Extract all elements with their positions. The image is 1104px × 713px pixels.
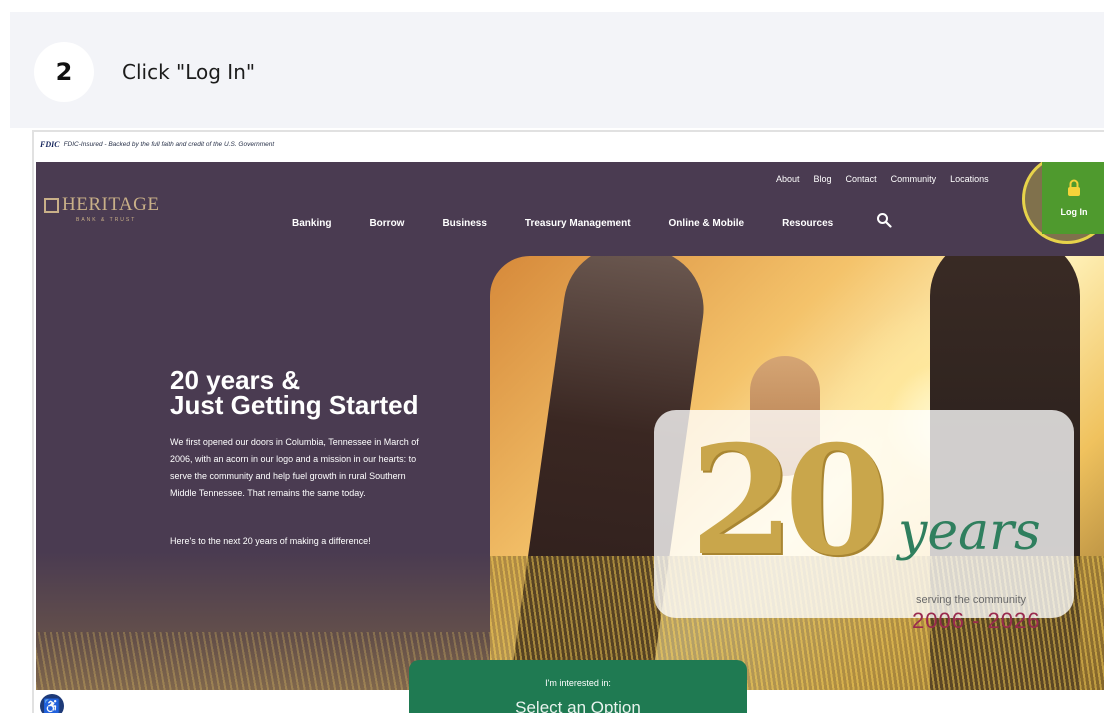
logo-name: HERITAGE <box>62 194 160 215</box>
fdic-logo: FDIC <box>40 140 60 149</box>
logo-mark-icon <box>44 197 59 213</box>
interest-select[interactable]: Select an Option <box>409 698 747 713</box>
badge-word: years <box>898 502 1041 562</box>
step-instruction: Click "Log In" <box>122 60 256 84</box>
hero-cta: Here's to the next 20 years of making a … <box>170 536 371 546</box>
fdic-text: FDIC-Insured - Backed by the full faith … <box>63 141 275 148</box>
accessibility-icon[interactable]: ♿ <box>40 694 64 713</box>
heritage-logo[interactable]: HERITAGE BANK & TRUST <box>44 194 159 223</box>
nav-treasury-management[interactable]: Treasury Management <box>525 218 631 229</box>
badge-serving: serving the community <box>916 594 1027 606</box>
util-nav-about[interactable]: About <box>776 174 800 184</box>
badge-year-range: 2006 - 2026 <box>912 608 1041 633</box>
nav-banking[interactable]: Banking <box>292 218 331 229</box>
nav-resources[interactable]: Resources <box>782 218 833 229</box>
login-label: Log In <box>1060 207 1088 217</box>
hero-title: 20 years & Just Getting Started <box>170 367 419 420</box>
util-nav-blog[interactable]: Blog <box>814 174 832 184</box>
login-button[interactable]: Log In <box>1042 162 1104 234</box>
site-header-hero: HERITAGE BANK & TRUST About Blog Contact… <box>36 162 1104 690</box>
hero-title-line2: Just Getting Started <box>170 390 419 420</box>
nav-online-mobile[interactable]: Online & Mobile <box>669 218 745 229</box>
step-number-badge: 2 <box>34 42 94 102</box>
util-nav-contact[interactable]: Contact <box>846 174 877 184</box>
lock-icon <box>1068 179 1080 196</box>
util-nav-locations[interactable]: Locations <box>950 174 989 184</box>
interest-label: I'm interested in: <box>545 678 611 688</box>
nav-business[interactable]: Business <box>442 218 486 229</box>
nav-borrow[interactable]: Borrow <box>369 218 404 229</box>
website-screenshot: FDIC FDIC-Insured - Backed by the full f… <box>32 130 1104 713</box>
search-icon[interactable] <box>876 212 892 228</box>
interest-selector[interactable]: I'm interested in: Select an Option <box>409 660 747 713</box>
util-nav-community[interactable]: Community <box>891 174 937 184</box>
utility-nav: About Blog Contact Community Locations <box>776 174 989 184</box>
hero-body: We first opened our doors in Columbia, T… <box>170 437 419 498</box>
fdic-banner: FDIC FDIC-Insured - Backed by the full f… <box>40 140 274 149</box>
logo-subtitle: BANK & TRUST <box>76 217 137 223</box>
badge-number: 20 <box>690 413 889 589</box>
main-nav: Banking Borrow Business Treasury Managem… <box>292 218 871 229</box>
